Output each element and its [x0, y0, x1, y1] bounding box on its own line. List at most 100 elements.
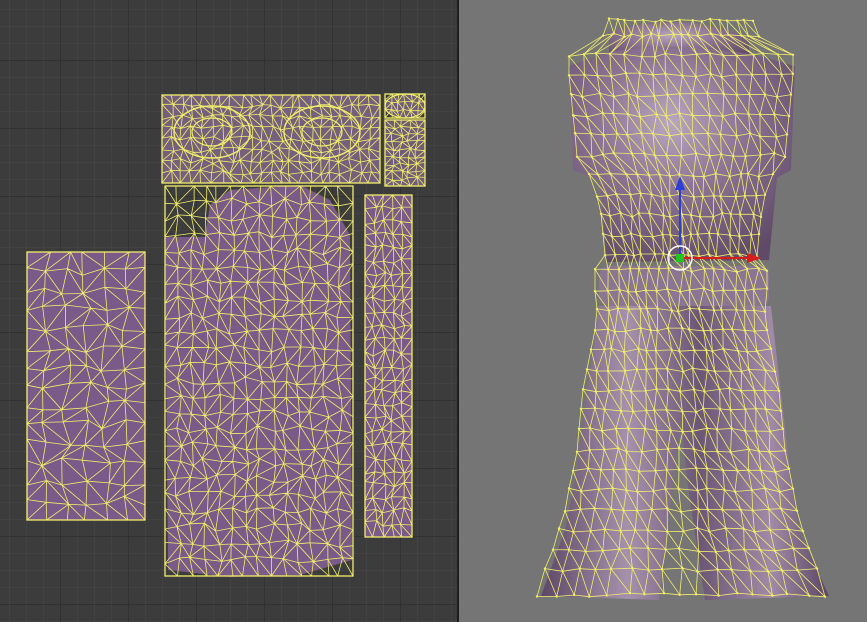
mesh-vertex — [680, 132, 683, 135]
mesh-vertex — [721, 469, 725, 472]
mesh-vertex — [619, 211, 622, 215]
mesh-vertex — [601, 153, 605, 156]
mesh-vertex — [607, 17, 611, 20]
mesh-vertex — [753, 329, 756, 333]
mesh-vertex — [696, 489, 699, 492]
mesh-vertex — [640, 131, 643, 135]
mesh-vertex — [580, 95, 584, 98]
mesh-vertex — [617, 447, 620, 450]
mesh-vertex — [670, 309, 673, 312]
uv-island-main-body[interactable] — [164, 185, 354, 577]
mesh-vertex — [666, 367, 669, 370]
mesh-vertex — [535, 595, 539, 598]
mesh-vertex — [640, 450, 644, 454]
mesh-vertex — [603, 348, 606, 351]
mesh-vertex — [702, 407, 705, 410]
mesh-vertex — [721, 508, 724, 511]
mesh-vertex — [681, 235, 685, 238]
mesh-vertex — [721, 211, 724, 215]
mesh-vertex — [789, 93, 793, 96]
mesh-vertex — [597, 488, 600, 491]
mesh-vertex — [763, 93, 766, 96]
mesh-vertex — [633, 19, 637, 23]
mesh-vertex — [594, 390, 598, 393]
mesh-vertex — [742, 18, 745, 22]
mesh-vertex — [588, 595, 591, 598]
mesh-vertex — [738, 235, 741, 238]
mesh-vertex — [649, 329, 652, 332]
mesh-vertex — [589, 132, 593, 135]
mesh-vertex — [668, 194, 671, 197]
mesh-vertex — [608, 52, 612, 56]
mesh-vertex — [616, 132, 619, 136]
mesh-vertex — [600, 429, 604, 432]
mesh-vertex — [665, 154, 668, 157]
mesh-vertex — [714, 172, 717, 175]
mesh-vertex — [728, 233, 732, 237]
mesh-vertex — [733, 490, 737, 493]
mesh-vertex — [765, 287, 769, 290]
mesh-vertex — [769, 347, 773, 350]
mesh-vertex — [579, 508, 582, 511]
mesh-vertex — [764, 72, 767, 76]
mesh-vertex — [665, 408, 668, 411]
mesh-vertex — [780, 569, 784, 572]
mesh-vertex — [656, 307, 659, 310]
mesh-vertex — [650, 32, 653, 35]
mesh-vertex — [696, 526, 699, 530]
mesh-vertex — [667, 388, 670, 391]
uv-island-right-strip[interactable] — [364, 194, 413, 538]
mesh-vertex — [651, 132, 655, 135]
uv-island-small-cap[interactable] — [384, 93, 426, 119]
mesh-vertex — [639, 192, 642, 195]
mesh-vertex — [606, 328, 610, 331]
uv-island-narrow-strip[interactable] — [384, 119, 426, 187]
pivot-point-icon[interactable] — [676, 254, 684, 262]
uv-island-collar-strip[interactable] — [161, 94, 381, 184]
uv-canvas[interactable] — [0, 0, 457, 622]
mesh-vertex — [716, 450, 719, 453]
mesh-vertex — [759, 215, 763, 219]
mesh-vertex — [735, 54, 739, 57]
mesh-vertex — [706, 92, 709, 95]
mesh-vertex — [763, 310, 767, 313]
mesh-vertex — [581, 388, 585, 391]
mesh-vertex — [750, 233, 753, 237]
mesh-vertex — [631, 215, 634, 219]
uv-editor-panel[interactable] — [0, 0, 457, 622]
mesh-vertex — [777, 389, 781, 393]
mesh-vertex — [728, 175, 731, 178]
uv-island-left-panel[interactable] — [26, 251, 146, 521]
mesh-vertex — [654, 20, 657, 24]
mesh-vertex — [692, 388, 696, 391]
mesh-vertex — [706, 369, 709, 372]
mesh-vertex — [700, 20, 703, 23]
mesh-vertex — [718, 18, 721, 22]
mesh-vertex — [773, 370, 777, 373]
mesh-vertex — [748, 132, 752, 135]
mesh-vertex — [626, 133, 629, 137]
mesh-vertex — [624, 72, 628, 75]
3d-viewport-panel[interactable] — [459, 0, 867, 622]
mesh-vertex — [619, 409, 623, 412]
mesh-vertex — [625, 450, 628, 453]
mesh-vertex — [712, 215, 715, 218]
mesh-vertex — [747, 112, 750, 116]
mesh-vertex — [729, 450, 732, 454]
mesh-vertex — [660, 18, 663, 21]
mesh-vertex — [746, 172, 750, 175]
mesh-vertex — [719, 194, 722, 198]
mesh-vertex — [705, 349, 708, 352]
mesh-vertex — [594, 568, 597, 571]
mesh-vertex — [593, 406, 597, 410]
mesh-vertex — [706, 508, 709, 511]
mesh-vertex — [643, 593, 646, 596]
mesh-vertex — [775, 95, 779, 99]
mesh-vertex — [720, 75, 723, 79]
mesh-vertex — [611, 487, 614, 490]
mesh-vertex — [775, 135, 778, 139]
mesh-vertex — [709, 72, 712, 76]
viewport-canvas[interactable] — [459, 0, 867, 622]
mesh-vertex — [733, 112, 737, 115]
mesh-vertex — [612, 112, 615, 115]
